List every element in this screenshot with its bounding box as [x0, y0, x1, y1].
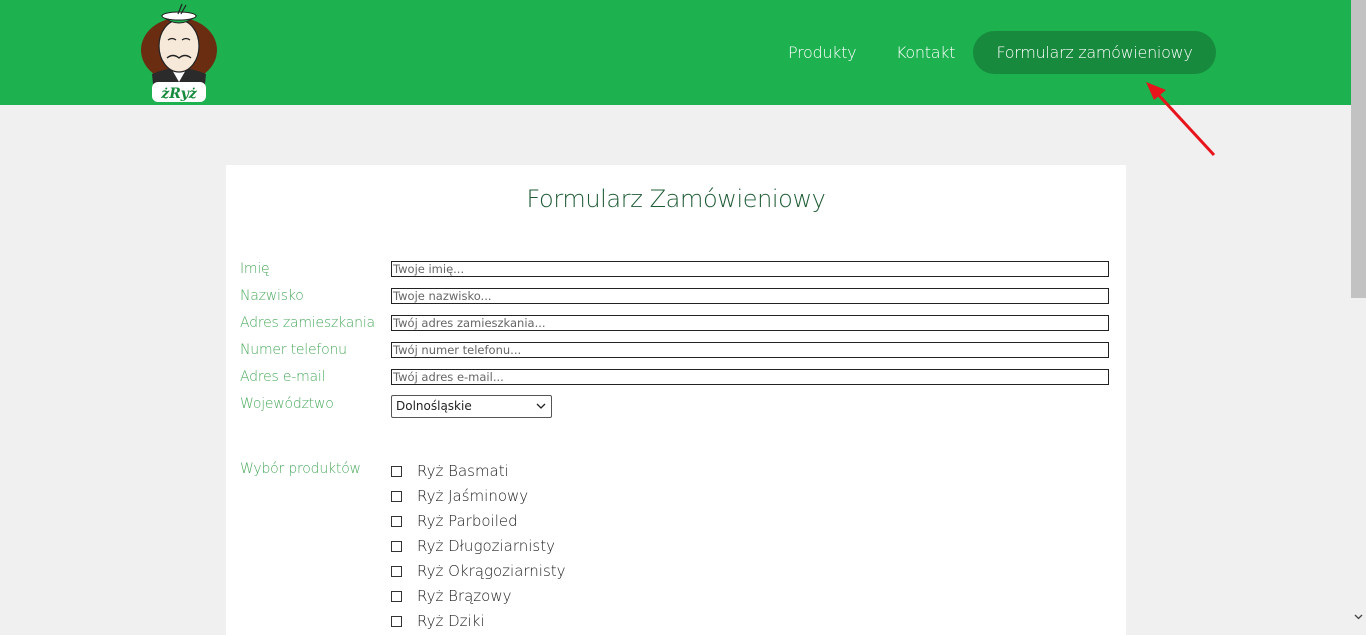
order-form-card: Formularz Zamówieniowy Imię Twoje imię..…	[226, 165, 1126, 635]
label-wojewodztwo: Województwo	[240, 396, 334, 412]
scrollbar-thumb[interactable]	[1351, 0, 1366, 298]
scroll-down-icon[interactable]	[1354, 612, 1363, 621]
label-adres-email: Adres e-mail	[240, 369, 326, 385]
checkbox[interactable]	[391, 516, 402, 527]
wojewodztwo-select[interactable]: Dolnośląskie	[391, 395, 552, 418]
label-adres-zamieszkania: Adres zamieszkania	[240, 315, 375, 331]
input-adres-zamieszkania[interactable]: Twój adres zamieszkania...	[391, 315, 1109, 331]
product-label: Ryż Długoziarnisty	[417, 537, 556, 555]
nav-produkty[interactable]: Produkty	[788, 31, 857, 74]
annotation-arrow-icon	[1146, 82, 1216, 157]
checkbox[interactable]	[391, 616, 402, 627]
label-imie: Imię	[240, 261, 270, 277]
input-nazwisko[interactable]: Twoje nazwisko...	[391, 288, 1109, 304]
product-label: Ryż Basmati	[417, 462, 509, 480]
checkbox[interactable]	[391, 591, 402, 602]
label-numer-telefonu: Numer telefonu	[240, 342, 347, 358]
product-label: Ryż Dziki	[417, 612, 485, 630]
placeholder-adres-zamieszkania: Twój adres zamieszkania...	[393, 316, 546, 330]
chevron-down-icon	[536, 403, 546, 409]
input-imie[interactable]: Twoje imię...	[391, 261, 1109, 277]
checkbox[interactable]	[391, 466, 402, 477]
checkbox[interactable]	[391, 491, 402, 502]
product-label: Ryż Jaśminowy	[417, 487, 529, 505]
label-wybor-produktow: Wybór produktów	[240, 461, 361, 477]
input-numer-telefonu[interactable]: Twój numer telefonu...	[391, 342, 1109, 358]
placeholder-adres-email: Twój adres e-mail...	[393, 370, 504, 384]
zryz-logo[interactable]: żRyż	[138, 2, 220, 104]
label-nazwisko: Nazwisko	[240, 288, 304, 304]
nav-formularz-zamowieniowy[interactable]: Formularz zamówieniowy	[973, 31, 1216, 74]
form-title: Formularz Zamówieniowy	[526, 185, 826, 213]
logo-text: żRyż	[160, 86, 197, 102]
vertical-scrollbar[interactable]	[1351, 0, 1366, 627]
product-label: Ryż Parboiled	[417, 512, 518, 530]
placeholder-numer-telefonu: Twój numer telefonu...	[393, 343, 522, 357]
nav-kontakt[interactable]: Kontakt	[896, 31, 955, 74]
input-adres-email[interactable]: Twój adres e-mail...	[391, 369, 1109, 385]
placeholder-imie: Twoje imię...	[393, 262, 465, 276]
checkbox[interactable]	[391, 566, 402, 577]
product-label: Ryż Okrągoziarnisty	[417, 562, 566, 580]
placeholder-nazwisko: Twoje nazwisko...	[393, 289, 492, 303]
product-label: Ryż Brązowy	[417, 587, 512, 605]
wojewodztwo-value: Dolnośląskie	[396, 399, 472, 413]
checkbox[interactable]	[391, 541, 402, 552]
